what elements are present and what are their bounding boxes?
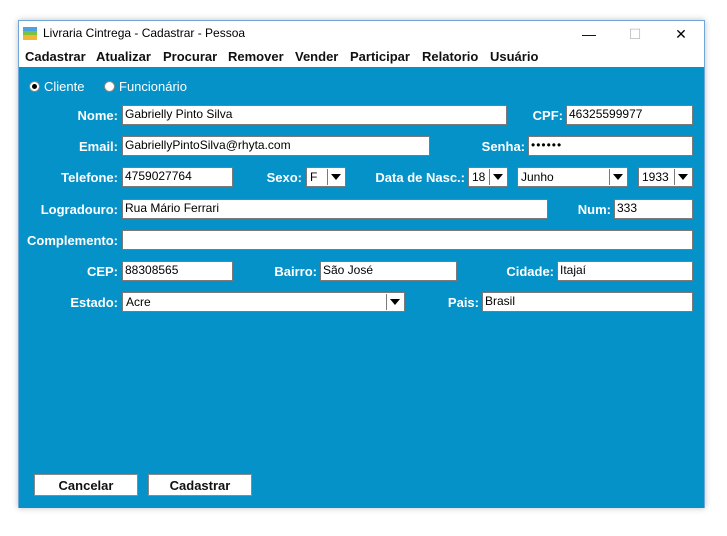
bairro-label: Bairro:: [274, 264, 317, 279]
senha-field[interactable]: ••••••: [528, 136, 693, 156]
sexo-value: F: [310, 170, 318, 184]
radio-cliente-label: Cliente: [44, 79, 85, 94]
cancel-button[interactable]: Cancelar: [34, 474, 138, 496]
nascimento-label: Data de Nasc.:: [375, 170, 465, 185]
cpf-field[interactable]: 46325599977: [566, 105, 693, 125]
email-field[interactable]: GabriellyPintoSilva@rhyta.com: [122, 136, 430, 156]
menu-atualizar[interactable]: Atualizar: [96, 49, 151, 64]
senha-label: Senha:: [481, 139, 525, 154]
menu-vender[interactable]: Vender: [295, 49, 338, 64]
cpf-label: CPF:: [532, 108, 563, 123]
title-bar[interactable]: Livraria Cintrega - Cadastrar - Pessoa —…: [19, 21, 704, 47]
chevron-down-icon[interactable]: [386, 294, 403, 310]
menu-participar[interactable]: Participar: [350, 49, 410, 64]
telefone-label: Telefone:: [61, 170, 118, 185]
estado-select[interactable]: Acre: [122, 292, 405, 312]
menu-bar: Cadastrar Atualizar Procurar Remover Ven…: [19, 47, 704, 67]
logradouro-label: Logradouro:: [40, 202, 118, 217]
mes-select[interactable]: Junho: [517, 167, 628, 187]
app-icon: [23, 27, 37, 40]
sexo-select[interactable]: F: [306, 167, 346, 187]
radio-funcionario[interactable]: Funcionário: [104, 79, 187, 94]
radio-cliente[interactable]: Cliente: [29, 79, 84, 94]
estado-value: Acre: [126, 295, 151, 309]
chevron-down-icon[interactable]: [327, 169, 344, 185]
num-label: Num:: [577, 202, 611, 217]
dia-value: 18: [472, 170, 486, 184]
chevron-down-icon[interactable]: [609, 169, 626, 185]
nome-label: Nome:: [77, 108, 118, 123]
menu-remover[interactable]: Remover: [228, 49, 284, 64]
menu-relatorio[interactable]: Relatorio: [422, 49, 478, 64]
num-field[interactable]: 333: [614, 199, 693, 219]
nome-field[interactable]: Gabrielly Pinto Silva: [122, 105, 507, 125]
app-window: Livraria Cintrega - Cadastrar - Pessoa —…: [18, 20, 705, 508]
window-title: Livraria Cintrega - Cadastrar - Pessoa: [43, 26, 246, 40]
dia-select[interactable]: 18: [468, 167, 508, 187]
telefone-field[interactable]: 4759027764: [122, 167, 233, 187]
ano-value: 1933: [642, 170, 669, 184]
radio-unselected-icon: [104, 81, 115, 92]
close-icon: ✕: [675, 25, 687, 42]
sexo-label: Sexo:: [266, 170, 302, 185]
cadastrar-button[interactable]: Cadastrar: [148, 474, 252, 496]
maximize-icon: ☐: [628, 25, 642, 42]
radio-selected-icon: [29, 81, 40, 92]
bairro-field[interactable]: São José: [320, 261, 457, 281]
form-panel: Cliente Funcionário Nome: Gabrielly Pint…: [19, 67, 704, 508]
ano-select[interactable]: 1933: [638, 167, 693, 187]
chevron-down-icon[interactable]: [489, 169, 506, 185]
maximize-button[interactable]: ☐: [612, 21, 658, 47]
cep-field[interactable]: 88308565: [122, 261, 233, 281]
mes-value: Junho: [521, 170, 554, 184]
complemento-field[interactable]: [122, 230, 693, 250]
email-label: Email:: [78, 139, 118, 154]
menu-cadastrar[interactable]: Cadastrar: [25, 49, 86, 64]
chevron-down-icon[interactable]: [674, 169, 691, 185]
minimize-icon: —: [582, 26, 596, 42]
estado-label: Estado:: [70, 295, 118, 310]
cidade-field[interactable]: Itajaí: [557, 261, 693, 281]
logradouro-field[interactable]: Rua Mário Ferrari: [122, 199, 548, 219]
menu-usuario[interactable]: Usuário: [490, 49, 538, 64]
minimize-button[interactable]: —: [566, 21, 612, 47]
complemento-label: Complemento:: [27, 233, 118, 248]
pais-field[interactable]: Brasil: [482, 292, 693, 312]
cidade-label: Cidade:: [506, 264, 554, 279]
pais-label: Pais:: [447, 295, 479, 310]
menu-procurar[interactable]: Procurar: [163, 49, 217, 64]
close-button[interactable]: ✕: [658, 21, 704, 47]
cep-label: CEP:: [86, 264, 118, 279]
radio-funcionario-label: Funcionário: [119, 79, 187, 94]
